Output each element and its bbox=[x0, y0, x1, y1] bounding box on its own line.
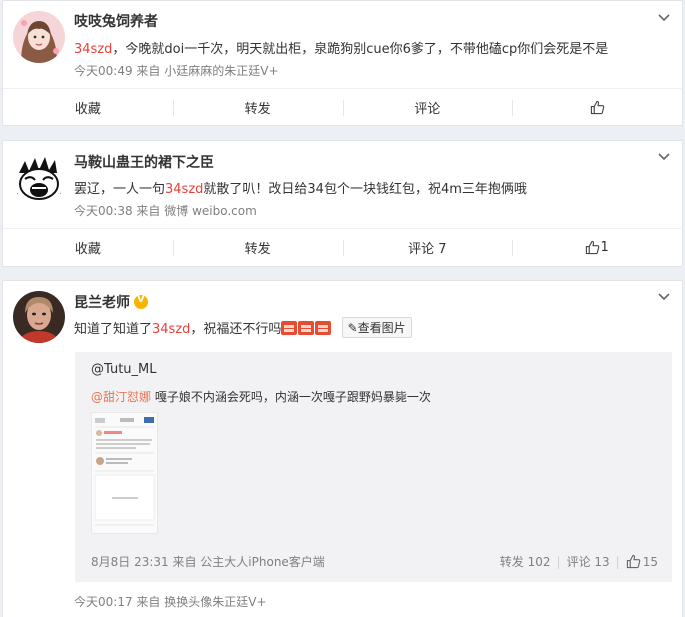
collect-button[interactable]: 收藏 bbox=[3, 89, 173, 126]
username[interactable]: 马鞍山蛊王的裙下之臣 bbox=[74, 152, 214, 172]
content-text: 罢辽，一人一句 bbox=[74, 182, 166, 197]
keyword-highlight[interactable]: 34szd bbox=[74, 42, 112, 57]
emoji-icon bbox=[315, 321, 332, 335]
mention-link[interactable]: @甜汀怼娜 bbox=[91, 390, 151, 404]
post-content: 知道了知道了34szd，祝福还不行吗 ✎查看图片 bbox=[74, 317, 412, 338]
post-time[interactable]: 今天00:17 bbox=[74, 595, 133, 609]
thumbs-up-icon bbox=[586, 240, 600, 255]
content-text: 知道了知道了 bbox=[74, 322, 153, 337]
username-text[interactable]: 昆兰老师 bbox=[74, 295, 130, 311]
post-content: 罢辽，一人一句34szd就散了叭！改日给34包个一块钱红包，祝4m三年抱俩哦 bbox=[74, 178, 527, 197]
source-prefix: 来自 bbox=[136, 64, 161, 78]
collect-label: 收藏 bbox=[74, 102, 101, 117]
forward-label: 转发 bbox=[244, 102, 271, 117]
forward-button[interactable]: 转发 bbox=[172, 229, 343, 266]
quoted-like-count: 15 bbox=[642, 554, 658, 569]
chevron-down-icon[interactable] bbox=[658, 291, 670, 303]
keyword-highlight[interactable]: 34szd bbox=[152, 322, 190, 337]
post-source[interactable]: 换换头像朱正廷V+ bbox=[164, 595, 266, 609]
view-picture-label: 查看图片 bbox=[357, 321, 406, 335]
chevron-down-icon[interactable] bbox=[658, 12, 670, 24]
collect-label: 收藏 bbox=[74, 242, 101, 257]
comment-label: 评论 7 bbox=[408, 242, 447, 257]
username[interactable]: 吱吱兔饲养者 bbox=[74, 11, 158, 31]
post-source[interactable]: 小廷麻麻的朱正廷V+ bbox=[164, 64, 278, 78]
comment-label: 评论 bbox=[414, 102, 441, 117]
view-picture-button[interactable]: ✎查看图片 bbox=[341, 317, 412, 338]
quoted-author[interactable]: @Tutu_ML bbox=[91, 362, 157, 377]
like-count: 1 bbox=[600, 240, 609, 255]
forward-label: 转发 bbox=[244, 242, 271, 257]
avatar[interactable] bbox=[13, 11, 65, 63]
quoted-image-thumbnail[interactable] bbox=[91, 412, 158, 534]
quoted-content: @甜汀怼娜 嘎子娘不内涵会死吗，内涵一次嘎子跟野妈暴毙一次 bbox=[91, 388, 431, 405]
chevron-down-icon[interactable] bbox=[658, 151, 670, 163]
thumbs-up-icon bbox=[626, 554, 640, 569]
post-meta: 今天00:17 来自 换换头像朱正廷V+ bbox=[74, 593, 267, 610]
source-prefix: 来自 bbox=[136, 204, 161, 218]
avatar[interactable] bbox=[13, 153, 65, 205]
post-card: 昆兰老师 知道了知道了34szd，祝福还不行吗 ✎查看图片 @Tutu_ML @… bbox=[2, 280, 683, 617]
content-text: ，今晚就doi一千次，明天就出柜，泉跪狗别cue你6爹了，不带他磕cp你们会死是… bbox=[112, 42, 609, 57]
post-meta: 今天00:38 来自 微博 weibo.com bbox=[74, 202, 257, 219]
divider: | bbox=[615, 554, 620, 569]
username: 昆兰老师 bbox=[74, 292, 148, 312]
like-button[interactable] bbox=[512, 89, 682, 126]
action-bar: 收藏 转发 评论 bbox=[3, 88, 682, 126]
post-meta: 今天00:49 来自 小廷麻麻的朱正廷V+ bbox=[74, 62, 279, 79]
post-card: 马鞍山蛊王的裙下之臣 罢辽，一人一句34szd就散了叭！改日给34包个一块钱红包… bbox=[2, 140, 683, 267]
like-button[interactable]: 1 bbox=[512, 229, 682, 266]
quoted-forward-link[interactable]: 转发 102 bbox=[500, 553, 551, 570]
quoted-stats: 转发 102 | 评论 13 | 15 bbox=[500, 553, 658, 570]
thumbs-up-icon bbox=[590, 100, 604, 115]
source-prefix: 来自 bbox=[136, 595, 161, 609]
comment-button[interactable]: 评论 7 bbox=[342, 229, 513, 266]
comment-button[interactable]: 评论 bbox=[342, 89, 513, 126]
quoted-text: 嘎子娘不内涵会死吗，内涵一次嘎子跟野妈暴毙一次 bbox=[151, 390, 431, 404]
avatar[interactable] bbox=[13, 291, 65, 343]
forward-button[interactable]: 转发 bbox=[172, 89, 343, 126]
keyword-highlight[interactable]: 34szd bbox=[165, 182, 203, 197]
post-time[interactable]: 今天00:49 bbox=[74, 64, 133, 78]
quoted-comment-link[interactable]: 评论 13 bbox=[567, 553, 610, 570]
action-bar: 收藏 转发 评论 7 1 bbox=[3, 228, 682, 266]
post-time[interactable]: 今天00:38 bbox=[74, 204, 133, 218]
divider: | bbox=[556, 554, 561, 569]
post-source[interactable]: 微博 weibo.com bbox=[164, 204, 257, 218]
emoji-icon bbox=[298, 321, 315, 335]
quoted-like-button[interactable]: 15 bbox=[626, 554, 658, 569]
link-icon: ✎ bbox=[347, 321, 358, 335]
content-text: ，祝福还不行吗 bbox=[190, 322, 282, 337]
post-card: 吱吱兔饲养者 34szd，今晚就doi一千次，明天就出柜，泉跪狗别cue你6爹了… bbox=[2, 0, 683, 126]
quoted-post[interactable]: @Tutu_ML @甜汀怼娜 嘎子娘不内涵会死吗，内涵一次嘎子跟野妈暴毙一次 8… bbox=[75, 352, 672, 582]
content-text: 就散了叭！改日给34包个一块钱红包，祝4m三年抱俩哦 bbox=[203, 182, 527, 197]
collect-button[interactable]: 收藏 bbox=[3, 229, 173, 266]
verified-icon bbox=[134, 294, 148, 309]
quoted-meta: 8月8日 23:31 来自 公主大人iPhone客户端 bbox=[91, 555, 325, 569]
post-content: 34szd，今晚就doi一千次，明天就出柜，泉跪狗别cue你6爹了，不带他磕cp… bbox=[74, 38, 608, 57]
emoji-icon bbox=[281, 321, 298, 335]
